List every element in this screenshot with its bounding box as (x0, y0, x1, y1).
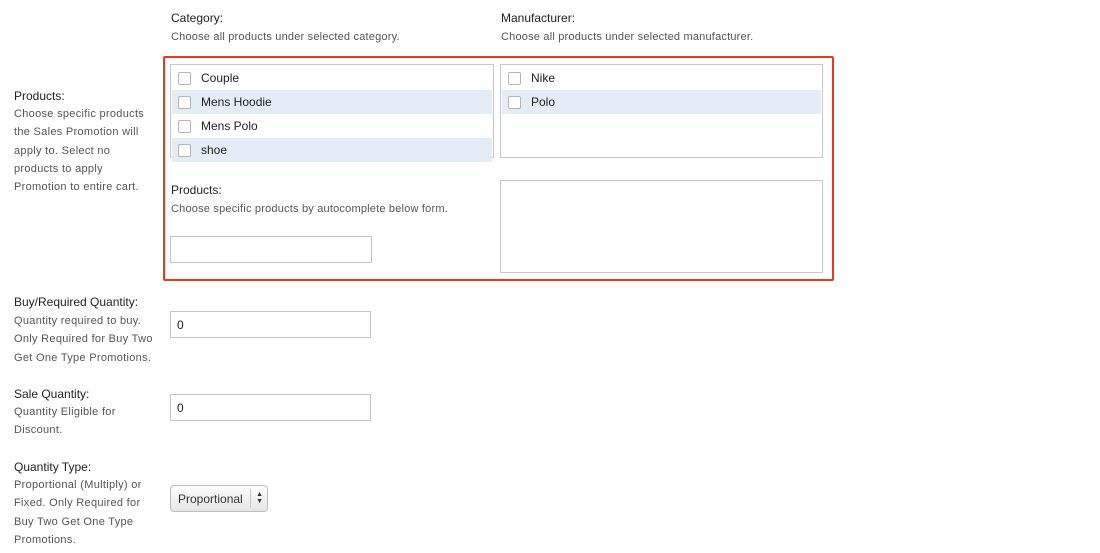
buy-quantity-label: Buy/Required Quantity: (14, 295, 139, 309)
category-item-label: Couple (201, 71, 240, 85)
desc-line: Promotions. (14, 533, 76, 546)
products-side-description: Choose specific products the Sales Promo… (14, 105, 144, 196)
checkbox[interactable] (178, 119, 191, 133)
desc-line: Discount. (14, 424, 63, 437)
checkbox[interactable] (178, 143, 191, 157)
quantity-type-value: Proportional (178, 491, 243, 506)
category-item-mens-hoodie[interactable]: Mens Hoodie (172, 90, 492, 114)
checkbox[interactable] (178, 95, 191, 109)
category-item-couple[interactable]: Couple (172, 66, 492, 90)
desc-line: apply to. Select no (14, 144, 111, 157)
products-autocomplete-input[interactable] (170, 236, 372, 263)
buy-quantity-input[interactable]: 0 (170, 311, 371, 338)
category-item-mens-polo[interactable]: Mens Polo (172, 114, 492, 138)
desc-line: the Sales Promotion will (14, 126, 139, 139)
selected-products-box[interactable] (500, 180, 823, 273)
desc-line: Quantity Eligible for (14, 406, 116, 418)
desc-line: Proportional (Multiply) or (14, 479, 142, 491)
products-label: Products: (171, 183, 222, 197)
sale-quantity-input[interactable]: 0 (170, 394, 371, 421)
category-item-label: Mens Polo (201, 119, 258, 133)
desc-line: Fixed. Only Required for (14, 497, 141, 510)
category-help: Choose all products under selected categ… (171, 31, 400, 43)
manufacturer-list[interactable]: Nike Polo (500, 64, 823, 158)
category-label: Category: (171, 11, 224, 25)
category-item-label: shoe (201, 143, 228, 157)
manufacturer-item-label: Polo (531, 95, 556, 109)
desc-line: Promotion to entire cart. (14, 181, 139, 194)
select-arrows-icon: ▲ ▼ (256, 491, 263, 505)
quantity-type-description: Proportional (Multiply) or Fixed. Only R… (14, 476, 142, 549)
category-item-label: Mens Hoodie (201, 95, 272, 109)
sale-quantity-label: Sale Quantity: (14, 387, 90, 401)
buy-quantity-description: Quantity required to buy. Only Required … (14, 312, 153, 367)
sale-quantity-description: Quantity Eligible for Discount. (14, 403, 116, 440)
quantity-type-label: Quantity Type: (14, 460, 92, 474)
manufacturer-item-polo[interactable]: Polo (502, 90, 821, 114)
products-side-label: Products: (14, 89, 65, 103)
desc-line: products to apply (14, 162, 103, 175)
desc-line: Only Required for Buy Two (14, 333, 153, 346)
desc-line: Quantity required to buy. (14, 315, 142, 327)
checkbox[interactable] (508, 71, 521, 85)
desc-line: Buy Two Get One Type (14, 515, 134, 528)
checkbox[interactable] (178, 71, 191, 85)
manufacturer-item-label: Nike (531, 71, 556, 85)
manufacturer-help: Choose all products under selected manuf… (501, 31, 754, 43)
manufacturer-item-nike[interactable]: Nike (502, 66, 821, 90)
select-divider (250, 489, 251, 508)
products-help: Choose specific products by autocomplete… (171, 203, 448, 215)
manufacturer-label: Manufacturer: (501, 11, 576, 25)
category-item-shoe[interactable]: shoe (172, 138, 492, 162)
desc-line: Choose specific products (14, 108, 145, 120)
quantity-type-select[interactable]: Proportional ▲ ▼ (170, 485, 268, 512)
checkbox[interactable] (508, 95, 521, 109)
desc-line: Get One Type Promotions. (14, 351, 152, 364)
category-list[interactable]: Couple Mens Hoodie Mens Polo shoe (170, 64, 494, 162)
